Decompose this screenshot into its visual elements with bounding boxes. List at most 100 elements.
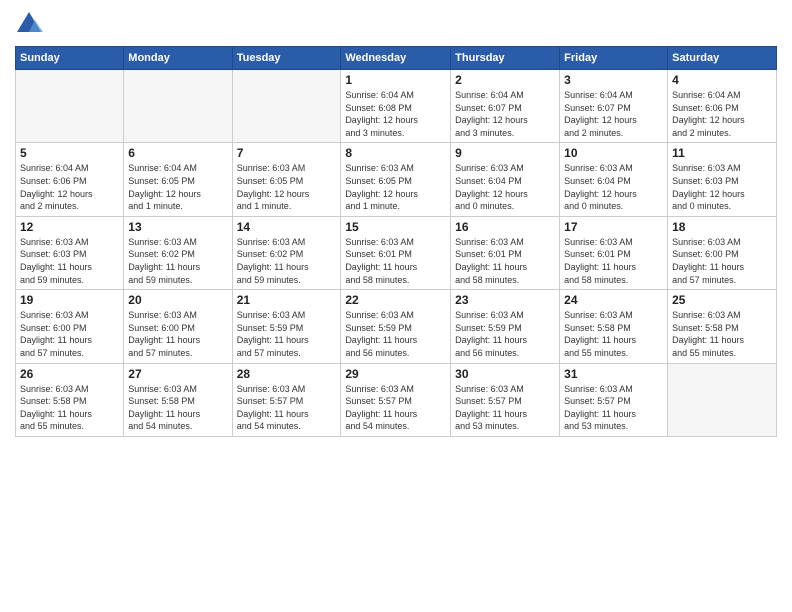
calendar-cell: 14 Sunrise: 6:03 AM Sunset: 6:02 PM Dayli…: [232, 216, 341, 289]
weekday-header-tuesday: Tuesday: [232, 47, 341, 70]
day-number: 5: [20, 146, 119, 160]
calendar-cell: 31 Sunrise: 6:03 AM Sunset: 5:57 PM Dayli…: [560, 363, 668, 436]
calendar-cell: 3 Sunrise: 6:04 AM Sunset: 6:07 PM Daylig…: [560, 70, 668, 143]
day-info: Sunrise: 6:03 AM Sunset: 5:57 PM Dayligh…: [455, 383, 555, 433]
day-info: Sunrise: 6:03 AM Sunset: 6:00 PM Dayligh…: [128, 309, 227, 359]
day-number: 31: [564, 367, 663, 381]
calendar-cell: 10 Sunrise: 6:03 AM Sunset: 6:04 PM Dayli…: [560, 143, 668, 216]
day-info: Sunrise: 6:03 AM Sunset: 5:59 PM Dayligh…: [237, 309, 337, 359]
day-info: Sunrise: 6:03 AM Sunset: 6:01 PM Dayligh…: [455, 236, 555, 286]
day-number: 2: [455, 73, 555, 87]
day-number: 14: [237, 220, 337, 234]
day-info: Sunrise: 6:03 AM Sunset: 5:58 PM Dayligh…: [564, 309, 663, 359]
calendar-cell: 30 Sunrise: 6:03 AM Sunset: 5:57 PM Dayli…: [451, 363, 560, 436]
day-number: 4: [672, 73, 772, 87]
day-number: 30: [455, 367, 555, 381]
day-number: 12: [20, 220, 119, 234]
calendar-cell: 28 Sunrise: 6:03 AM Sunset: 5:57 PM Dayli…: [232, 363, 341, 436]
day-info: Sunrise: 6:03 AM Sunset: 6:04 PM Dayligh…: [564, 162, 663, 212]
weekday-header-saturday: Saturday: [668, 47, 777, 70]
calendar-cell: 9 Sunrise: 6:03 AM Sunset: 6:04 PM Daylig…: [451, 143, 560, 216]
day-info: Sunrise: 6:03 AM Sunset: 5:57 PM Dayligh…: [345, 383, 446, 433]
day-info: Sunrise: 6:03 AM Sunset: 6:03 PM Dayligh…: [20, 236, 119, 286]
calendar-cell: 5 Sunrise: 6:04 AM Sunset: 6:06 PM Daylig…: [16, 143, 124, 216]
day-number: 3: [564, 73, 663, 87]
day-info: Sunrise: 6:03 AM Sunset: 5:59 PM Dayligh…: [455, 309, 555, 359]
day-info: Sunrise: 6:03 AM Sunset: 6:05 PM Dayligh…: [237, 162, 337, 212]
day-number: 15: [345, 220, 446, 234]
day-info: Sunrise: 6:04 AM Sunset: 6:08 PM Dayligh…: [345, 89, 446, 139]
weekday-header-friday: Friday: [560, 47, 668, 70]
day-info: Sunrise: 6:03 AM Sunset: 6:03 PM Dayligh…: [672, 162, 772, 212]
calendar-cell: 15 Sunrise: 6:03 AM Sunset: 6:01 PM Dayli…: [341, 216, 451, 289]
day-info: Sunrise: 6:04 AM Sunset: 6:06 PM Dayligh…: [20, 162, 119, 212]
calendar-cell: 24 Sunrise: 6:03 AM Sunset: 5:58 PM Dayli…: [560, 290, 668, 363]
calendar-cell: 29Sunrise: 6:03 AM Sunset: 5:57 PM Dayli…: [341, 363, 451, 436]
calendar: SundayMondayTuesdayWednesdayThursdayFrid…: [15, 46, 777, 437]
calendar-cell: 25 Sunrise: 6:03 AM Sunset: 5:58 PM Dayli…: [668, 290, 777, 363]
calendar-cell: [124, 70, 232, 143]
calendar-cell: 11 Sunrise: 6:03 AM Sunset: 6:03 PM Dayli…: [668, 143, 777, 216]
day-info: Sunrise: 6:03 AM Sunset: 6:04 PM Dayligh…: [455, 162, 555, 212]
day-info: Sunrise: 6:03 AM Sunset: 6:00 PM Dayligh…: [20, 309, 119, 359]
day-info: Sunrise: 6:03 AM Sunset: 5:57 PM Dayligh…: [237, 383, 337, 433]
calendar-cell: 13 Sunrise: 6:03 AM Sunset: 6:02 PM Dayli…: [124, 216, 232, 289]
day-number: 27: [128, 367, 227, 381]
calendar-cell: [16, 70, 124, 143]
calendar-cell: 6 Sunrise: 6:04 AM Sunset: 6:05 PM Daylig…: [124, 143, 232, 216]
calendar-cell: [232, 70, 341, 143]
day-number: 19: [20, 293, 119, 307]
day-info: Sunrise: 6:04 AM Sunset: 6:07 PM Dayligh…: [564, 89, 663, 139]
day-info: Sunrise: 6:03 AM Sunset: 5:58 PM Dayligh…: [672, 309, 772, 359]
day-number: 28: [237, 367, 337, 381]
calendar-cell: 27 Sunrise: 6:03 AM Sunset: 5:58 PM Dayli…: [124, 363, 232, 436]
calendar-cell: 23 Sunrise: 6:03 AM Sunset: 5:59 PM Dayli…: [451, 290, 560, 363]
day-info: Sunrise: 6:03 AM Sunset: 6:02 PM Dayligh…: [128, 236, 227, 286]
day-info: Sunrise: 6:03 AM Sunset: 6:02 PM Dayligh…: [237, 236, 337, 286]
day-info: Sunrise: 6:04 AM Sunset: 6:05 PM Dayligh…: [128, 162, 227, 212]
day-number: 9: [455, 146, 555, 160]
day-number: 10: [564, 146, 663, 160]
day-info: Sunrise: 6:03 AM Sunset: 5:58 PM Dayligh…: [20, 383, 119, 433]
day-info: Sunrise: 6:04 AM Sunset: 6:07 PM Dayligh…: [455, 89, 555, 139]
calendar-cell: 21 Sunrise: 6:03 AM Sunset: 5:59 PM Dayli…: [232, 290, 341, 363]
day-number: 6: [128, 146, 227, 160]
calendar-cell: 4 Sunrise: 6:04 AM Sunset: 6:06 PM Daylig…: [668, 70, 777, 143]
day-number: 8: [345, 146, 446, 160]
calendar-cell: 18Sunrise: 6:03 AM Sunset: 6:00 PM Dayli…: [668, 216, 777, 289]
logo: [15, 10, 47, 38]
day-info: Sunrise: 6:03 AM Sunset: 6:05 PM Dayligh…: [345, 162, 446, 212]
calendar-cell: 2 Sunrise: 6:04 AM Sunset: 6:07 PM Daylig…: [451, 70, 560, 143]
day-number: 1: [345, 73, 446, 87]
day-number: 16: [455, 220, 555, 234]
day-number: 7: [237, 146, 337, 160]
day-number: 13: [128, 220, 227, 234]
day-info: Sunrise: 6:03 AM Sunset: 5:58 PM Dayligh…: [128, 383, 227, 433]
calendar-cell: 17Sunrise: 6:03 AM Sunset: 6:01 PM Dayli…: [560, 216, 668, 289]
day-number: 20: [128, 293, 227, 307]
day-info: Sunrise: 6:03 AM Sunset: 6:00 PM Dayligh…: [672, 236, 772, 286]
day-number: 23: [455, 293, 555, 307]
calendar-cell: 1 Sunrise: 6:04 AM Sunset: 6:08 PM Daylig…: [341, 70, 451, 143]
day-info: Sunrise: 6:03 AM Sunset: 5:59 PM Dayligh…: [345, 309, 446, 359]
day-number: 25: [672, 293, 772, 307]
calendar-cell: 8 Sunrise: 6:03 AM Sunset: 6:05 PM Daylig…: [341, 143, 451, 216]
day-info: Sunrise: 6:03 AM Sunset: 5:57 PM Dayligh…: [564, 383, 663, 433]
day-info: Sunrise: 6:04 AM Sunset: 6:06 PM Dayligh…: [672, 89, 772, 139]
day-number: 24: [564, 293, 663, 307]
page: SundayMondayTuesdayWednesdayThursdayFrid…: [0, 0, 792, 612]
day-number: 21: [237, 293, 337, 307]
calendar-cell: 26Sunrise: 6:03 AM Sunset: 5:58 PM Dayli…: [16, 363, 124, 436]
calendar-cell: 20 Sunrise: 6:03 AM Sunset: 6:00 PM Dayli…: [124, 290, 232, 363]
day-info: Sunrise: 6:03 AM Sunset: 6:01 PM Dayligh…: [564, 236, 663, 286]
day-number: 11: [672, 146, 772, 160]
calendar-cell: 19 Sunrise: 6:03 AM Sunset: 6:00 PM Dayli…: [16, 290, 124, 363]
day-info: Sunrise: 6:03 AM Sunset: 6:01 PM Dayligh…: [345, 236, 446, 286]
header: [15, 10, 777, 38]
logo-icon: [15, 10, 43, 38]
calendar-cell: [668, 363, 777, 436]
calendar-cell: 16 Sunrise: 6:03 AM Sunset: 6:01 PM Dayli…: [451, 216, 560, 289]
calendar-cell: 12 Sunrise: 6:03 AM Sunset: 6:03 PM Dayli…: [16, 216, 124, 289]
day-number: 22: [345, 293, 446, 307]
weekday-header-monday: Monday: [124, 47, 232, 70]
